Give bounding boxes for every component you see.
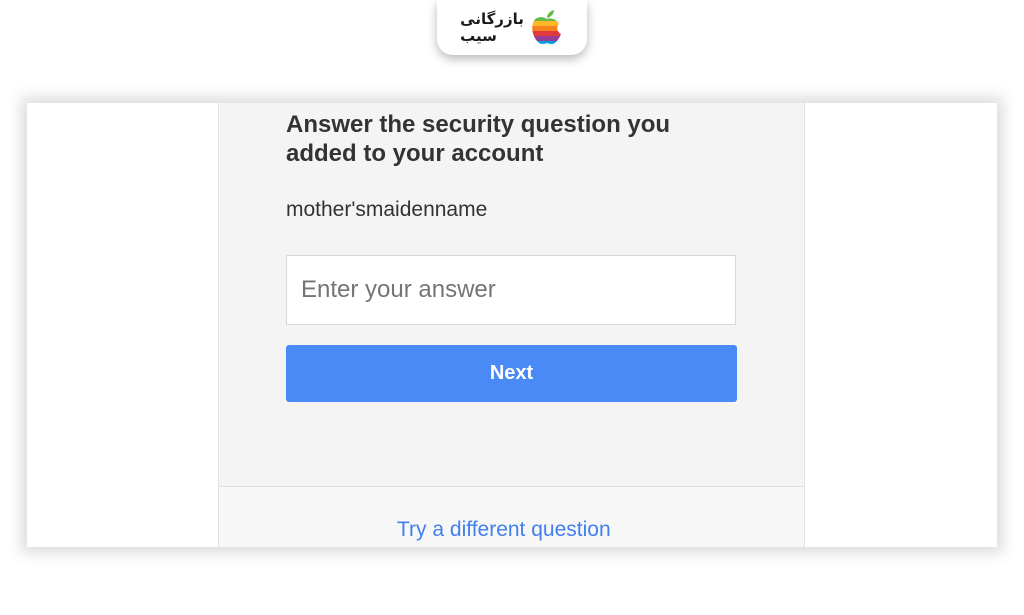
try-different-question-link[interactable]: Try a different question bbox=[397, 518, 611, 542]
logo-line-2: سیب bbox=[460, 26, 497, 45]
logo-text: بازرگانی سیب bbox=[460, 9, 524, 45]
apple-logo-icon bbox=[532, 9, 561, 44]
logo-line-1: بازرگانی bbox=[460, 9, 524, 28]
answer-input[interactable] bbox=[286, 255, 736, 325]
screenshot-frame: Answer the security question you added t… bbox=[27, 103, 997, 547]
page: بازرگانی سیب Answer the security questio… bbox=[0, 0, 1024, 615]
security-question-text: mother'smaidenname bbox=[286, 198, 488, 221]
divider bbox=[219, 486, 804, 487]
security-question-card: Answer the security question you added t… bbox=[218, 103, 805, 547]
brand-logo: بازرگانی سیب bbox=[437, 0, 587, 55]
next-button[interactable]: Next bbox=[286, 345, 737, 402]
page-title: Answer the security question you added t… bbox=[286, 111, 671, 167]
